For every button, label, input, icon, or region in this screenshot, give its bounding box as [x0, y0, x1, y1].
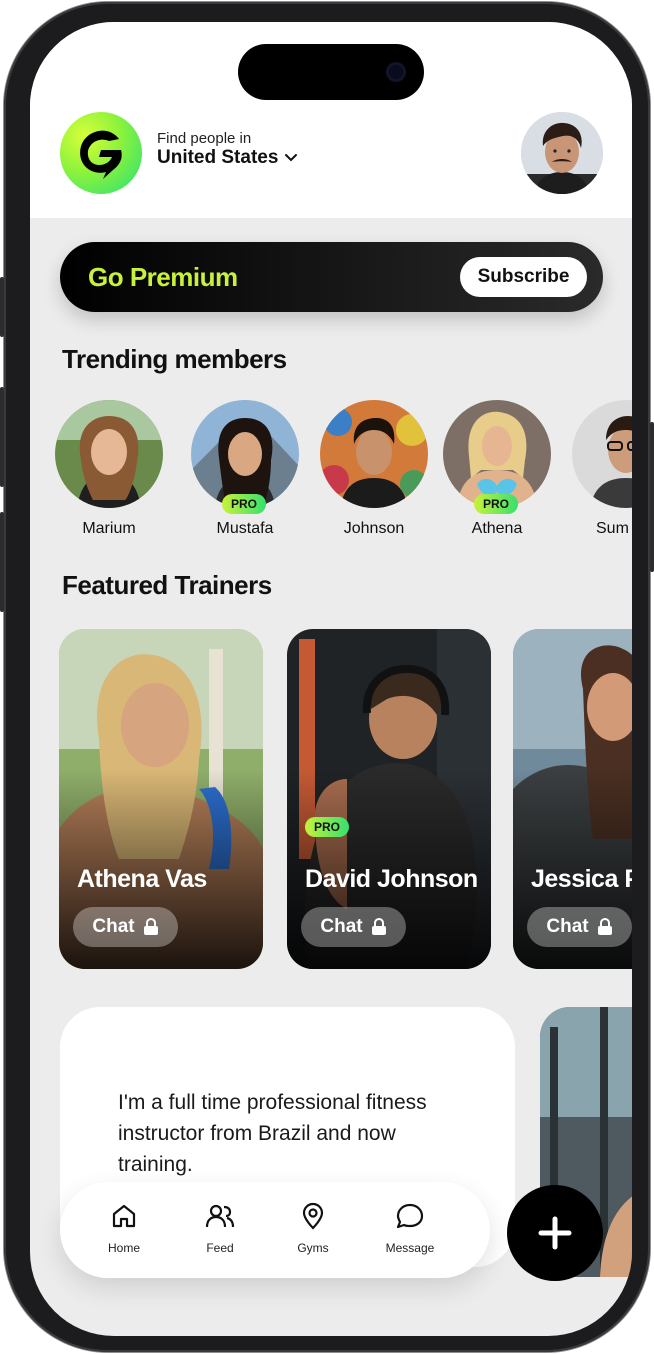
trending-title: Trending members [62, 344, 287, 374]
trainer-name: David Johnson [305, 865, 478, 893]
tab-message[interactable]: Message [370, 1202, 450, 1255]
member-name: Athena [471, 520, 523, 537]
chat-label: Chat [92, 916, 135, 937]
lock-icon [143, 918, 158, 935]
pro-badge: PRO [474, 494, 519, 514]
member-photo [443, 400, 551, 508]
bottom-tab-bar: Home Feed Gyms Message [60, 1182, 490, 1278]
member-avatar [443, 400, 551, 508]
profile-avatar[interactable] [521, 112, 603, 194]
member-item[interactable]: PRO Mustafa [190, 400, 300, 538]
member-item[interactable]: Marium [54, 400, 164, 538]
users-icon [205, 1204, 235, 1228]
map-pin-icon [302, 1202, 324, 1230]
trainer-card[interactable]: PRO David Johnson Chat [287, 629, 491, 969]
member-photo [55, 400, 163, 508]
tab-label: Message [385, 1241, 435, 1255]
location-label: Find people in [157, 130, 252, 147]
camera-icon [386, 62, 406, 82]
member-photo [320, 400, 428, 508]
tab-feed[interactable]: Feed [180, 1202, 260, 1255]
volume-down-button [0, 512, 4, 612]
member-name: Marium [82, 520, 136, 537]
tab-label: Home [107, 1241, 140, 1255]
member-avatar [55, 400, 163, 508]
member-item[interactable]: Sum [570, 400, 632, 538]
pro-badge: PRO [222, 494, 267, 514]
tab-home[interactable]: Home [84, 1202, 164, 1255]
power-button [650, 422, 654, 572]
lock-icon [371, 918, 386, 935]
logo-g-icon [80, 130, 122, 179]
member-name: Johnson [343, 520, 405, 537]
chat-bubble-icon [396, 1203, 424, 1229]
dynamic-island [238, 44, 424, 100]
avatar-photo [521, 112, 603, 194]
chevron-down-icon [285, 154, 298, 162]
member-name: Mustafa [216, 520, 274, 537]
premium-title: Go Premium [88, 262, 238, 292]
action-button [0, 277, 4, 337]
home-icon [112, 1204, 136, 1228]
chat-button[interactable]: Chat [301, 907, 406, 947]
chat-button[interactable]: Chat [73, 907, 178, 947]
plus-icon [538, 1216, 572, 1250]
subscribe-button[interactable]: Subscribe [460, 257, 587, 297]
tab-gyms[interactable]: Gyms [273, 1202, 353, 1255]
bio-text: I'm a full time professional fitness ins… [118, 1091, 427, 1176]
chat-label: Chat [320, 916, 363, 937]
tab-label: Gyms [297, 1241, 329, 1255]
volume-up-button [0, 387, 4, 487]
pro-badge: PRO [305, 817, 350, 837]
member-photo [572, 400, 632, 508]
lock-icon [597, 918, 612, 935]
member-avatar [320, 400, 428, 508]
member-item[interactable]: Johnson [319, 400, 429, 538]
trainer-name: Athena Vas [77, 865, 207, 893]
trainer-card[interactable]: Athena Vas Chat [59, 629, 263, 969]
location-selector[interactable]: United States [157, 147, 298, 169]
phone-frame: Find people in United States Go Premium … [0, 2, 654, 1352]
add-button[interactable] [507, 1185, 603, 1281]
member-avatar [572, 400, 632, 508]
chat-button[interactable]: Chat [527, 907, 632, 947]
app-screen: Find people in United States Go Premium … [30, 22, 632, 1336]
premium-banner[interactable]: Go Premium Subscribe [60, 242, 603, 312]
tab-label: Feed [206, 1241, 234, 1255]
member-avatar [191, 400, 299, 508]
location-value: United States [157, 147, 279, 168]
member-item[interactable]: PRO Athena [442, 400, 552, 538]
trainer-card[interactable]: Jessica Peterso Chat [513, 629, 632, 969]
member-photo [191, 400, 299, 508]
trainers-title: Featured Trainers [62, 570, 272, 600]
member-name: Sum [596, 520, 629, 537]
trainer-name: Jessica Peterso [531, 865, 632, 893]
app-logo[interactable] [60, 112, 142, 194]
chat-label: Chat [546, 916, 589, 937]
